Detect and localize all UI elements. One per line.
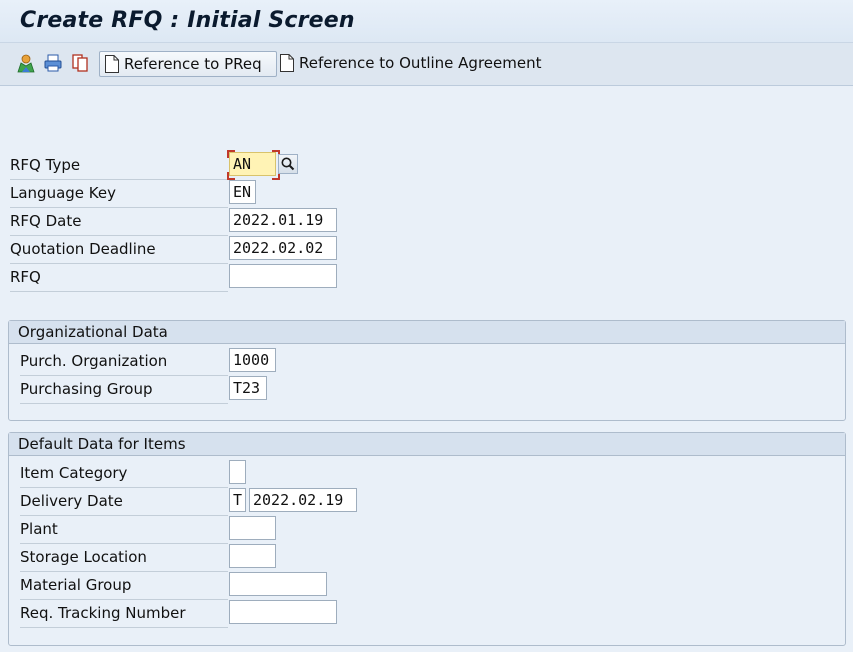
delivery-date-row: Delivery Date T 2022.02.19 — [20, 488, 360, 516]
rfq-number-field[interactable] — [229, 264, 337, 288]
copy-icon[interactable] — [70, 53, 90, 73]
item-category-row: Item Category — [20, 460, 360, 488]
quotation-deadline-row: Quotation Deadline 2022.02.02 — [10, 236, 340, 264]
item-category-field[interactable] — [229, 460, 246, 484]
plant-label: Plant — [20, 516, 228, 544]
rfq-type-label: RFQ Type — [10, 152, 228, 180]
rfq-date-row: RFQ Date 2022.01.19 — [10, 208, 340, 236]
rfq-date-label: RFQ Date — [10, 208, 228, 236]
delivery-date-type-field[interactable]: T — [229, 488, 246, 512]
required-marker — [227, 172, 235, 180]
language-key-row: Language Key EN — [10, 180, 340, 208]
reference-to-outline-agreement-label: Reference to Outline Agreement — [299, 54, 542, 72]
plant-row: Plant — [20, 516, 360, 544]
organizational-data-title: Organizational Data — [9, 321, 845, 344]
document-icon — [280, 54, 294, 72]
rfq-number-row: RFQ — [10, 264, 340, 292]
purch-organization-row: Purch. Organization 1000 — [20, 348, 320, 376]
material-group-row: Material Group — [20, 572, 360, 600]
page-title: Create RFQ : Initial Screen — [20, 8, 355, 33]
item-category-label: Item Category — [20, 460, 228, 488]
default-data-title: Default Data for Items — [9, 433, 845, 456]
language-key-label: Language Key — [10, 180, 228, 208]
document-icon — [105, 55, 119, 73]
req-tracking-number-field[interactable] — [229, 600, 337, 624]
delivery-date-label: Delivery Date — [20, 488, 228, 516]
search-icon — [281, 157, 295, 171]
plant-field[interactable] — [229, 516, 276, 540]
reference-to-preq-label: Reference to PReq — [124, 55, 262, 73]
purchasing-group-field[interactable]: T23 — [229, 376, 267, 400]
material-group-field[interactable] — [229, 572, 327, 596]
required-marker — [227, 150, 235, 158]
quotation-deadline-field[interactable]: 2022.02.02 — [229, 236, 337, 260]
title-bar: Create RFQ : Initial Screen — [0, 0, 853, 43]
delivery-date-field[interactable]: 2022.02.19 — [249, 488, 357, 512]
application-toolbar: Reference to PReq Reference to Outline A… — [0, 43, 853, 86]
rfq-type-field[interactable]: AN — [229, 152, 276, 176]
purchasing-group-row: Purchasing Group T23 — [20, 376, 320, 404]
reference-to-preq-button[interactable]: Reference to PReq — [99, 51, 277, 77]
material-group-label: Material Group — [20, 572, 228, 600]
reference-to-outline-agreement-button[interactable]: Reference to Outline Agreement — [275, 51, 541, 75]
storage-location-row: Storage Location — [20, 544, 360, 572]
storage-location-field[interactable] — [229, 544, 276, 568]
rfq-date-field[interactable]: 2022.01.19 — [229, 208, 337, 232]
purch-organization-field[interactable]: 1000 — [229, 348, 276, 372]
req-tracking-number-row: Req. Tracking Number — [20, 600, 360, 628]
rfq-number-label: RFQ — [10, 264, 228, 292]
search-help-button[interactable] — [278, 154, 298, 174]
storage-location-label: Storage Location — [20, 544, 228, 572]
rfq-type-row: RFQ Type AN — [10, 150, 300, 180]
organization-icon[interactable] — [16, 53, 36, 73]
purch-organization-label: Purch. Organization — [20, 348, 228, 376]
quotation-deadline-label: Quotation Deadline — [10, 236, 228, 264]
print-icon[interactable] — [43, 53, 63, 73]
req-tracking-number-label: Req. Tracking Number — [20, 600, 228, 628]
language-key-field[interactable]: EN — [229, 180, 256, 204]
purchasing-group-label: Purchasing Group — [20, 376, 228, 404]
